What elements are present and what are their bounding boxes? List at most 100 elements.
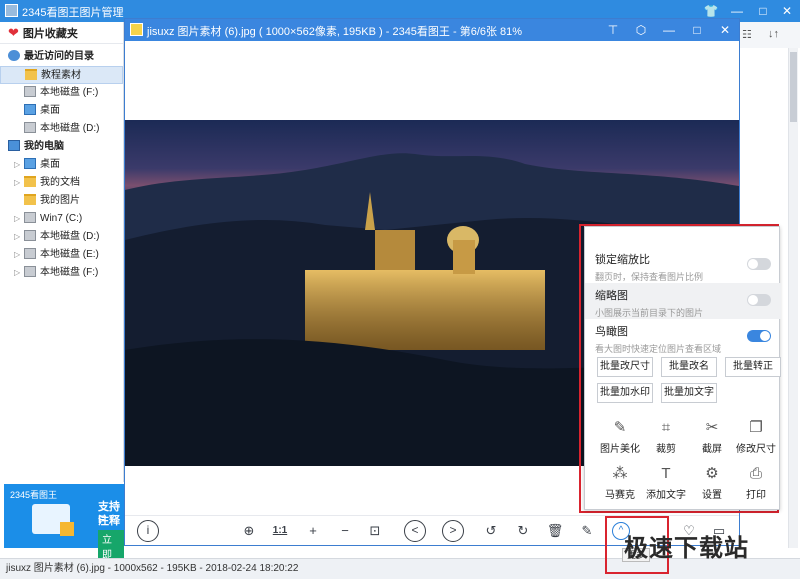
expand-arrow-icon[interactable]: ▷ [14, 174, 20, 192]
expand-arrow-icon[interactable]: ▷ [14, 264, 20, 282]
drive-icon [24, 266, 36, 277]
gear-icon: ⚙ [705, 465, 719, 482]
rotate-right-icon[interactable]: ↻ [513, 521, 533, 541]
sidebar-item-drive-f[interactable]: ▷ 本地磁盘 (F:) [0, 264, 123, 282]
tool-resize[interactable]: ❐ 修改尺寸 [733, 419, 779, 455]
expand-arrow-icon[interactable]: ▷ [14, 156, 20, 174]
batch-resize-button[interactable]: 批量改尺寸 [597, 357, 653, 377]
batch-rename-button[interactable]: 批量改名 [661, 357, 717, 377]
zoom-in-icon[interactable]: + [303, 521, 323, 541]
batch-text-button[interactable]: 批量加文字 [661, 383, 717, 403]
pin-icon[interactable]: ⊤ [599, 19, 627, 41]
mouse-mode-icon[interactable]: ⊕ [239, 521, 259, 541]
scroll-thumb[interactable] [790, 52, 797, 122]
next-image-button[interactable]: > [442, 520, 464, 542]
option-title: 鸟瞰图 [595, 326, 628, 338]
sidebar-item-drive-c[interactable]: ▷ Win7 (C:) [0, 210, 123, 228]
sidebar-item-recent-4[interactable]: 本地磁盘 (D:) [0, 120, 123, 138]
sidebar-item-documents[interactable]: ▷ 我的文档 [0, 174, 123, 192]
drive-icon [24, 86, 36, 97]
minimize-button[interactable]: — [655, 19, 683, 41]
option-title: 锁定缩放比 [595, 254, 650, 266]
option-thumbnails[interactable]: 缩略图 小图展示当前目录下的图片 [585, 283, 781, 319]
close-button[interactable]: ✕ [711, 19, 739, 41]
beautify-icon: ✎ [613, 419, 627, 436]
birdseye-toggle[interactable] [747, 330, 771, 342]
info-button[interactable]: i [137, 520, 159, 542]
sidebar-item-recent-2[interactable]: 本地磁盘 (F:) [0, 84, 123, 102]
my-computer-header[interactable]: 我的电脑 [0, 138, 123, 156]
folder-icon [24, 176, 36, 187]
batch-watermark-button[interactable]: 批量加水印 [597, 383, 653, 403]
promo-line2: 注释 [98, 515, 120, 527]
sidebar-item-drive-e[interactable]: ▷ 本地磁盘 (E:) [0, 246, 123, 264]
tool-screenshot[interactable]: ✂ 截屏 [689, 419, 735, 455]
clock-icon [8, 50, 20, 61]
expand-arrow-icon[interactable]: ▷ [14, 246, 20, 264]
zoom-out-icon[interactable]: − [335, 521, 355, 541]
drive-icon [24, 212, 36, 223]
tool-print[interactable]: ⎙ 打印 [733, 465, 779, 501]
sidebar-item-pictures[interactable]: 我的图片 [0, 192, 123, 210]
lock-zoom-toggle[interactable] [747, 258, 771, 270]
sidebar-item-recent-1[interactable]: 教程素材 [0, 66, 123, 84]
maximize-button[interactable]: □ [750, 0, 776, 22]
sidebar-item-drive-d[interactable]: ▷ 本地磁盘 (D:) [0, 228, 123, 246]
drive-icon [24, 230, 36, 241]
option-desc: 看大图时快速定位图片查看区域 [595, 344, 722, 354]
app-logo-icon [5, 4, 18, 17]
printer-icon: ⎙ [749, 465, 762, 482]
mosaic-icon: ⁂ [612, 465, 628, 482]
option-desc: 小图展示当前目录下的图片 [595, 308, 704, 318]
manager-title: 2345看图王图片管理 [22, 7, 124, 19]
desktop-icon [24, 158, 36, 169]
sort-icon[interactable]: ↓↑ [768, 28, 779, 40]
desktop-icon [24, 104, 36, 115]
tool-crop[interactable]: ⌗ 裁剪 [643, 419, 689, 455]
sidebar-item-recent-3[interactable]: 桌面 [0, 102, 123, 120]
fit-window-icon[interactable]: ⊡ [365, 521, 385, 541]
thumbnails-toggle[interactable] [747, 294, 771, 306]
tool-mosaic[interactable]: ⁂ 马赛克 [597, 465, 643, 501]
edit-icon[interactable]: ✎ [577, 521, 597, 541]
option-birdseye[interactable]: 鸟瞰图 看大图时快速定位图片查看区域 [585, 319, 781, 355]
drive-icon [24, 248, 36, 259]
promo-brand: 2345看图王 [10, 490, 58, 500]
viewer-logo-icon [130, 23, 143, 36]
rotate-left-icon[interactable]: ↺ [481, 521, 501, 541]
computer-icon [8, 140, 20, 151]
expand-arrow-icon[interactable]: ▷ [14, 228, 20, 246]
favorites-item[interactable]: ❤ 图片收藏夹 [0, 22, 123, 44]
viewer-title: jisuxz 图片素材 (6).jpg ( 1000×562像素, 195KB … [147, 26, 523, 38]
crop-icon: ⌗ [661, 419, 671, 436]
tool-settings[interactable]: ⚙ 设置 [689, 465, 735, 501]
folder-icon [25, 69, 37, 80]
actual-size-button[interactable]: 1:1 [270, 521, 290, 541]
heart-icon: ❤ [8, 25, 19, 40]
recent-header[interactable]: 最近访问的目录 [0, 48, 123, 66]
manager-right-toolbar: ☷ ↓↑ [736, 22, 800, 48]
tag-icon [60, 522, 74, 536]
delete-icon[interactable]: 🗑 [545, 521, 565, 541]
more-menu-popup: 锁定缩放比 翻页时，保持查看图片比例 缩略图 小图展示当前目录下的图片 鸟瞰图 … [584, 226, 781, 510]
site-watermark: 极速下载站 [624, 535, 749, 562]
tool-add-text[interactable]: T 添加文字 [643, 465, 689, 501]
option-title: 缩略图 [595, 290, 628, 302]
scissors-icon: ✂ [705, 419, 719, 436]
promo-banner[interactable]: 2345看图王 支持F 注释 立即下 [4, 484, 124, 577]
pictures-folder-icon [24, 194, 36, 205]
grid-view-icon[interactable]: ☷ [742, 28, 752, 41]
maximize-button[interactable]: □ [683, 19, 711, 41]
file-list-scrollbar[interactable] [788, 48, 798, 548]
skin-icon[interactable]: ⬡ [627, 19, 655, 41]
option-lock-zoom[interactable]: 锁定缩放比 翻页时，保持查看图片比例 [585, 247, 781, 283]
option-desc: 翻页时，保持查看图片比例 [595, 272, 704, 282]
previous-image-button[interactable]: < [404, 520, 426, 542]
text-icon: T [661, 465, 671, 482]
batch-rotate-button[interactable]: 批量转正 [725, 357, 781, 377]
expand-arrow-icon[interactable]: ▷ [14, 210, 20, 228]
sidebar: ❤ 图片收藏夹 最近访问的目录 教程素材 本地磁盘 (F:) 桌面 本地磁盘 (D… [0, 22, 124, 482]
sidebar-item-desktop[interactable]: ▷ 桌面 [0, 156, 123, 174]
tool-beautify[interactable]: ✎ 图片美化 [597, 419, 643, 455]
close-button[interactable]: ✕ [774, 0, 800, 22]
